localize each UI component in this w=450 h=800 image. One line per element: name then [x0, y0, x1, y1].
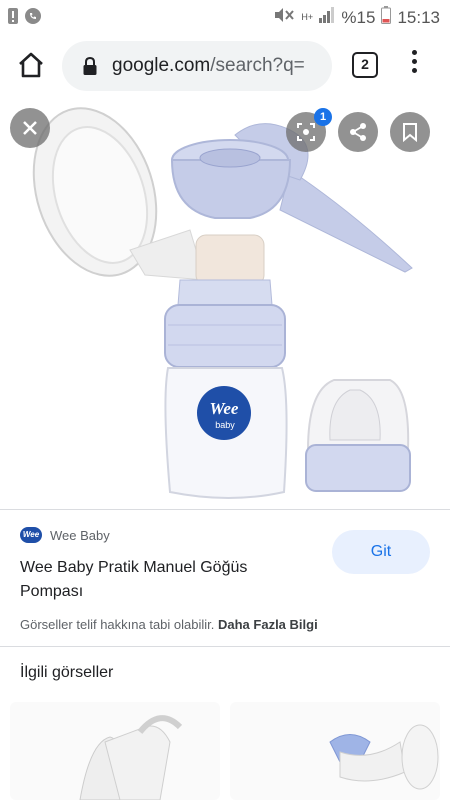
overflow-menu-button[interactable] — [406, 50, 422, 82]
status-bar: H+ %15 15:13 — [0, 0, 450, 32]
bookmark-icon — [403, 123, 417, 142]
copyright-notice: Görseller telif hakkına tabi olabilir. D… — [20, 617, 318, 632]
divider — [0, 509, 450, 510]
bottle-logo-subtext: baby — [215, 420, 235, 430]
home-icon — [19, 52, 43, 78]
tab-switcher-button[interactable]: 2 — [352, 52, 378, 78]
network-type-icon: H+ — [301, 12, 314, 22]
divider — [0, 646, 450, 647]
visit-button[interactable]: Git — [332, 530, 430, 574]
related-image-thumbnail[interactable] — [230, 702, 440, 800]
related-images-heading: İlgili görseller — [20, 664, 114, 681]
source-row[interactable]: Wee Wee Baby — [20, 527, 110, 543]
url-text[interactable]: google.com/search?q= — [112, 55, 327, 77]
save-button[interactable] — [390, 112, 430, 152]
bottle-logo-text: Wee — [210, 399, 239, 418]
address-bar[interactable]: google.com/search?q= — [62, 41, 332, 91]
home-button[interactable] — [16, 50, 46, 80]
related-pump-image-1 — [79, 715, 183, 800]
lock-icon — [82, 56, 98, 81]
close-icon — [23, 121, 37, 135]
battery-icon — [381, 6, 392, 29]
clock: 15:13 — [397, 7, 440, 27]
related-pump-image-2 — [329, 724, 439, 790]
url-domain: google.com — [112, 55, 211, 76]
more-info-link[interactable]: Daha Fazla Bilgi — [218, 617, 318, 632]
related-image-thumbnail[interactable] — [10, 702, 220, 800]
source-name: Wee Baby — [50, 527, 110, 543]
close-button[interactable] — [10, 108, 50, 148]
share-icon — [350, 123, 366, 141]
url-path: /search?q= — [210, 55, 305, 76]
source-favicon: Wee — [20, 527, 42, 543]
image-preview[interactable]: Wee baby 1 — [0, 100, 450, 508]
alert-notification-icon — [8, 8, 18, 29]
result-title[interactable]: Wee Baby Pratik Manuel Göğüs Pompası — [20, 556, 310, 604]
whatsapp-notification-icon — [24, 7, 42, 30]
browser-toolbar: google.com/search?q= 2 — [0, 32, 450, 100]
copyright-text: Görseller telif hakkına tabi olabilir. — [20, 617, 215, 632]
lens-badge: 1 — [314, 108, 332, 126]
mute-icon — [273, 7, 295, 28]
signal-icon — [319, 7, 335, 28]
battery-percent: %15 — [341, 7, 376, 27]
lens-icon — [297, 123, 315, 141]
share-button[interactable] — [338, 112, 378, 152]
breast-pump-image: Wee baby — [32, 107, 413, 499]
